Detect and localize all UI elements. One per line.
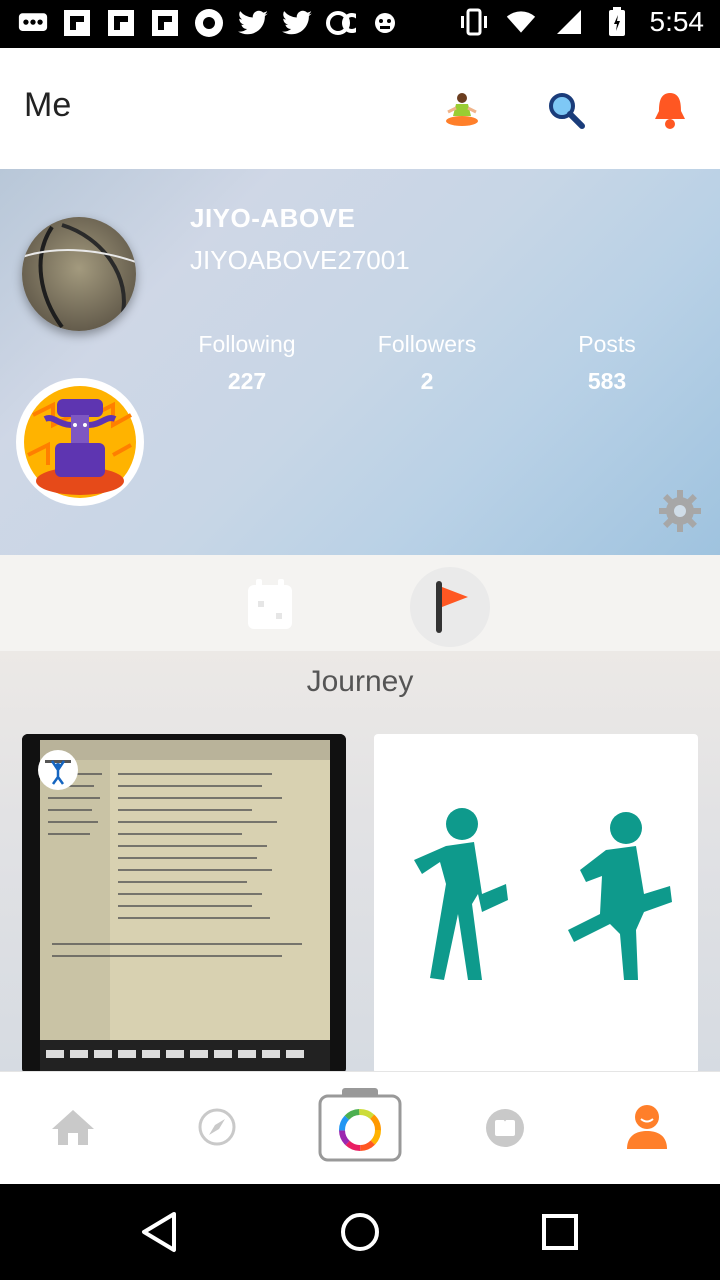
stat-label: Following [198,331,296,357]
flipboard-icon [62,8,92,38]
stat-value: 583 [587,368,627,394]
profile-tabs [0,555,720,651]
header-actions [434,82,698,138]
flag-icon[interactable] [410,567,490,647]
home-circle-icon[interactable] [336,1208,384,1256]
tv-icon[interactable] [480,1102,530,1152]
system-status: 5:54 [458,6,705,38]
signal-icon [554,7,584,37]
stat-value: 2 [420,368,434,394]
stat-following[interactable]: Following 227 [162,331,332,395]
profile-stats: Following 227 Followers 2 Posts 583 [162,331,692,395]
camera-icon[interactable] [318,1088,402,1162]
stat-value: 227 [227,368,267,394]
avatar[interactable] [22,217,136,331]
meditation-icon[interactable] [434,82,490,138]
achievement-badge[interactable] [16,378,144,506]
stat-followers[interactable]: Followers 2 [342,331,512,395]
bell-icon[interactable] [642,82,698,138]
wifi-icon [506,7,536,37]
system-navigation-bar [0,1184,720,1280]
notification-icons [18,8,400,38]
journey-title: Journey [306,665,414,698]
stat-posts[interactable]: Posts 583 [522,331,692,395]
page-title: Me [24,86,72,124]
flipboard-icon [106,8,136,38]
battery-icon [602,7,632,37]
app-bar: Me [0,48,720,168]
stat-label: Followers [377,331,477,357]
clock: 5:54 [649,6,705,37]
profile-name: JIYO-ABOVE [190,203,356,233]
weightlifting-badge-icon [38,750,78,790]
bottom-navigation [0,1071,720,1185]
journey-card-activity[interactable] [374,734,698,1074]
flipboard-icon [150,8,180,38]
stat-label: Posts [578,331,636,357]
vibrate-icon [458,7,488,37]
profile-icon[interactable] [622,1102,672,1152]
ce-icon [326,8,356,38]
status-bar: 5:54 [0,0,720,48]
back-icon[interactable] [136,1208,184,1256]
recents-icon[interactable] [536,1208,584,1256]
profile-handle: JIYOABOVE27001 [190,245,410,275]
settings-gear-icon[interactable] [658,489,702,533]
messages-icon [18,8,48,38]
search-icon[interactable] [538,82,594,138]
twitter-icon [282,8,312,38]
compass-icon[interactable] [192,1102,242,1152]
journey-card-photo[interactable] [22,734,346,1074]
twitter-icon [238,8,268,38]
record-icon [194,8,224,38]
profile-header: JIYO-ABOVE JIYOABOVE27001 Following 227 … [0,169,720,555]
monkey-icon [370,8,400,38]
calendar-icon[interactable] [246,579,294,631]
home-icon[interactable] [48,1102,98,1152]
journey-section: Journey [0,651,720,1074]
